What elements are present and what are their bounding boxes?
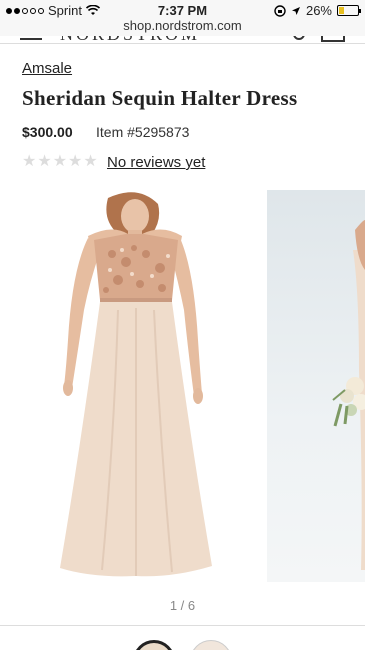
color-swatch[interactable] xyxy=(190,640,232,650)
rating-stars: ★ ★ ★ ★ ★ xyxy=(22,153,98,171)
site-header: NORDSTROM xyxy=(0,36,365,44)
star-icon: ★ xyxy=(37,153,52,170)
status-bar: Sprint 7:37 PM 26% xyxy=(0,0,365,20)
product-title: Sheridan Sequin Halter Dress xyxy=(22,86,298,110)
shopping-bag-icon[interactable] xyxy=(321,36,345,42)
star-icon: ★ xyxy=(52,153,68,170)
product-image-main[interactable] xyxy=(22,190,254,582)
battery-percent: 26% xyxy=(305,3,332,18)
reviews-link[interactable]: No reviews yet xyxy=(107,154,205,171)
product-price: $300.00 xyxy=(22,124,73,140)
battery-icon xyxy=(337,5,361,16)
menu-icon[interactable] xyxy=(20,36,42,43)
gallery-pager: 1 / 6 xyxy=(169,598,196,613)
product-image-next[interactable] xyxy=(267,190,365,582)
rotation-lock-icon xyxy=(274,4,286,17)
star-icon: ★ xyxy=(22,153,37,170)
divider xyxy=(0,625,365,626)
item-number: Item #5295873 xyxy=(96,124,190,140)
color-swatch-selected[interactable] xyxy=(133,640,175,650)
star-icon: ★ xyxy=(68,153,83,170)
brand-link[interactable]: Amsale xyxy=(22,60,72,77)
status-right: 26% xyxy=(274,3,361,18)
site-logo[interactable]: NORDSTROM xyxy=(60,36,200,43)
star-icon: ★ xyxy=(83,153,98,170)
dress-photo-icon xyxy=(60,192,212,577)
url-bar[interactable]: shop.nordstrom.com xyxy=(0,18,365,36)
dress-bouquet-photo-icon xyxy=(332,220,365,570)
search-icon[interactable] xyxy=(293,36,305,40)
location-arrow-icon xyxy=(291,6,300,15)
